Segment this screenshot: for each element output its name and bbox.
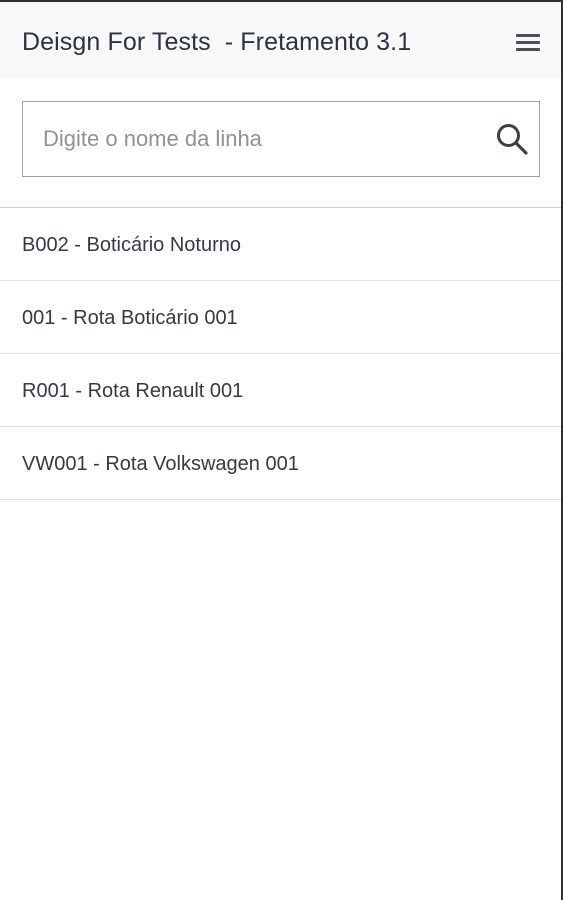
route-label: 001 - Rota Boticário 001 [22, 307, 238, 329]
route-item[interactable]: B002 - Boticário Noturno [0, 208, 561, 281]
search-input[interactable] [43, 102, 483, 175]
route-label: B002 - Boticário Noturno [22, 234, 242, 256]
route-label: R001 - Rota Renault 001 [22, 380, 244, 402]
app-title: Deisgn For Tests - Fretamento 3.1 [22, 28, 412, 56]
route-item[interactable]: R001 - Rota Renault 001 [0, 354, 561, 427]
route-list: B002 - Boticário Noturno 001 - Rota Boti… [0, 208, 561, 500]
route-item[interactable]: VW001 - Rota Volkswagen 001 [0, 427, 561, 500]
app-header: Deisgn For Tests - Fretamento 3.1 [0, 2, 561, 78]
app-screen: Deisgn For Tests - Fretamento 3.1 B002 -… [0, 0, 563, 900]
route-label: VW001 - Rota Volkswagen 001 [22, 453, 299, 475]
menu-bar [516, 48, 540, 51]
menu-bar [516, 34, 540, 37]
hamburger-menu-icon[interactable] [510, 28, 546, 58]
search-box [22, 101, 540, 177]
menu-bar [516, 41, 540, 44]
route-item[interactable]: 001 - Rota Boticário 001 [0, 281, 561, 354]
search-icon[interactable] [495, 122, 529, 156]
